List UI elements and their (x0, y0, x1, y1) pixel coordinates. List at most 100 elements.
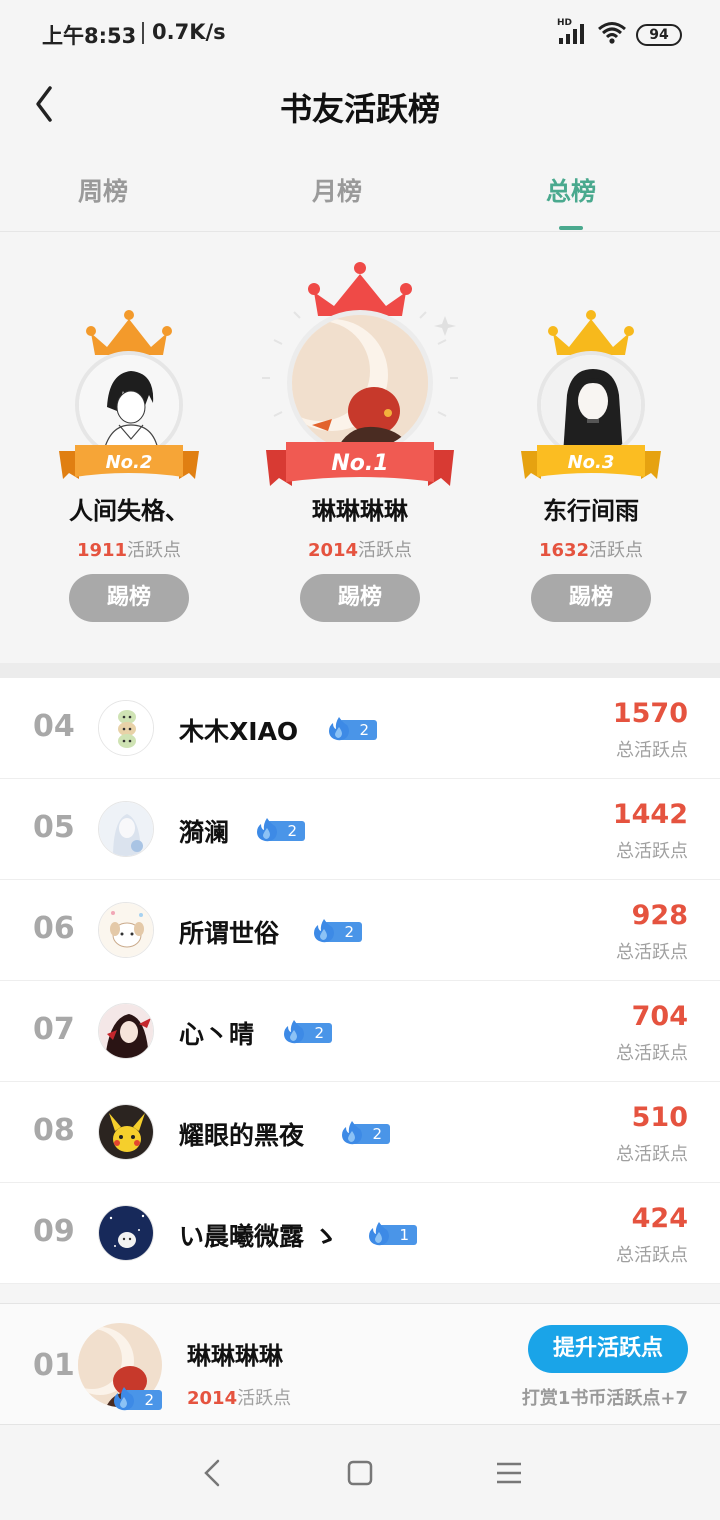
rank-ribbon: No.3 (521, 445, 661, 479)
avatar[interactable] (98, 700, 154, 756)
user-name: 所谓世俗 (179, 919, 280, 948)
flame-icon (284, 1020, 304, 1044)
score-value: 704 (631, 1001, 688, 1032)
my-points: 2014活跃点 (187, 1384, 291, 1410)
tab-weekly[interactable]: 周榜 (43, 172, 163, 208)
level-badge: 2 (310, 917, 362, 943)
avatar-illustration (99, 1004, 153, 1058)
rank-number: 05 (33, 810, 75, 845)
avatar[interactable] (98, 1205, 154, 1261)
podium-first: No.1 琳琳琳琳 2014活跃点 踢榜 (260, 258, 460, 633)
status-time: 上午8:53 (42, 24, 137, 48)
flame-icon (257, 818, 277, 842)
score-value: 510 (631, 1102, 688, 1133)
tab-monthly[interactable]: 月榜 (277, 172, 397, 208)
points-unit: 活跃点 (358, 540, 413, 561)
kick-button[interactable]: 踢榜 (300, 574, 420, 622)
rank-ribbon: No.2 (59, 445, 199, 479)
score-label: 总活跃点 (616, 1043, 688, 1064)
reward-hint: 打赏1书币活跃点+7 (521, 1388, 688, 1409)
level-badge: 1 (365, 1220, 417, 1246)
score-value: 928 (631, 900, 688, 931)
level-badge: 2 (338, 1119, 390, 1145)
rank-ribbon: No.1 (266, 442, 454, 486)
kick-button[interactable]: 踢榜 (531, 574, 651, 622)
page-title: 书友活跃榜 (279, 90, 440, 128)
avatar-illustration (99, 1105, 153, 1159)
rank-badge-text: No.1 (331, 451, 388, 476)
score-label: 总活跃点 (616, 1245, 688, 1266)
podium-points: 1911活跃点 (45, 536, 213, 562)
crown-icon (86, 310, 172, 355)
podium: No.2 人间失格、 1911活跃点 踢榜 No.1 琳琳琳琳 2014活跃点 … (0, 233, 720, 663)
battery-indicator: 94 (636, 24, 682, 46)
points-unit: 活跃点 (589, 540, 644, 561)
list-item[interactable]: 07 心丶晴 2 704 总活跃点 (0, 981, 720, 1082)
kick-button[interactable]: 踢榜 (69, 574, 189, 622)
flame-icon (369, 1222, 389, 1246)
header: 书友活跃榜 (0, 70, 720, 140)
podium-points: 1632活跃点 (507, 536, 675, 562)
my-rank-bar: 01 2 琳琳琳琳 2014活跃点 提升活跃点 打赏1书币活跃点+7 (0, 1303, 720, 1425)
podium-name: 东行间雨 (543, 497, 639, 525)
level-badge: 2 (280, 1018, 332, 1044)
list-item[interactable]: 09 い晨曦微露 ゝ 1 424 总活跃点 (0, 1183, 720, 1284)
avatar-illustration (292, 315, 428, 451)
list-item[interactable]: 06 所谓世俗 2 928 总活跃点 (0, 880, 720, 981)
avatar[interactable] (98, 801, 154, 857)
score-label: 总活跃点 (616, 740, 688, 761)
flame-icon (329, 717, 349, 741)
avatar-illustration (99, 802, 153, 856)
podium-third: No.3 东行间雨 1632活跃点 踢榜 (507, 303, 675, 633)
wifi-icon (598, 22, 626, 44)
rank-badge-text: No.3 (568, 452, 615, 473)
score-value: 1570 (612, 698, 688, 729)
rank-number: 04 (33, 709, 75, 744)
avatar-illustration (99, 701, 153, 755)
rank-number: 09 (33, 1214, 75, 1249)
list-item[interactable]: 04 木木XIAO 2 1570 总活跃点 (0, 678, 720, 779)
crown-icon (548, 310, 634, 355)
my-user-name: 琳琳琳琳 (187, 1342, 283, 1370)
tab-total[interactable]: 总榜 (511, 172, 631, 208)
points-unit: 活跃点 (127, 540, 182, 561)
score-label: 总活跃点 (616, 1144, 688, 1165)
user-name: 耀眼的黑夜 (179, 1121, 305, 1150)
points-unit: 活跃点 (237, 1388, 292, 1409)
user-name: い晨曦微露 ゝ (179, 1222, 338, 1251)
flame-icon (114, 1387, 134, 1411)
podium-name: 琳琳琳琳 (312, 497, 408, 525)
level-badge: 2 (325, 715, 377, 741)
avatar[interactable] (98, 1003, 154, 1059)
status-separator (142, 22, 144, 44)
crown-icon (308, 262, 412, 316)
battery-level: 94 (649, 27, 669, 43)
list-item[interactable]: 05 漪澜 2 1442 总活跃点 (0, 779, 720, 880)
user-name: 漪澜 (179, 818, 230, 847)
score-label: 总活跃点 (616, 942, 688, 963)
status-bar: 上午8:53 0.7K/s HD 94 (0, 0, 720, 70)
user-name: 木木XIAO (179, 717, 299, 746)
level-badge: 2 (253, 816, 305, 842)
score-value: 1442 (612, 799, 688, 830)
podium-points: 2014活跃点 (260, 536, 460, 562)
podium-second: No.2 人间失格、 1911活跃点 踢榜 (45, 303, 213, 633)
status-net-speed: 0.7K/s (152, 20, 226, 44)
boost-activity-button[interactable]: 提升活跃点 (528, 1325, 688, 1373)
nav-menu-icon[interactable] (491, 1455, 527, 1491)
points-value: 2014 (187, 1388, 238, 1409)
tab-indicator (559, 226, 583, 230)
points-value: 2014 (307, 540, 359, 561)
list-item[interactable]: 08 耀眼的黑夜 2 510 总活跃点 (0, 1082, 720, 1183)
avatar[interactable] (98, 902, 154, 958)
rank-badge-text: No.2 (106, 452, 153, 473)
ranking-list: 04 木木XIAO 2 1570 总活跃点 05 漪澜 2 1442 总活跃点 … (0, 678, 720, 1284)
avatar[interactable] (98, 1104, 154, 1160)
level-badge: 2 (110, 1385, 162, 1411)
nav-back-icon[interactable] (196, 1455, 232, 1491)
rank-number: 06 (33, 911, 75, 946)
my-rank-number: 01 (33, 1348, 75, 1383)
nav-home-icon[interactable] (342, 1455, 378, 1491)
flame-icon (314, 919, 334, 943)
tab-bar: 周榜 月榜 总榜 (0, 140, 720, 232)
